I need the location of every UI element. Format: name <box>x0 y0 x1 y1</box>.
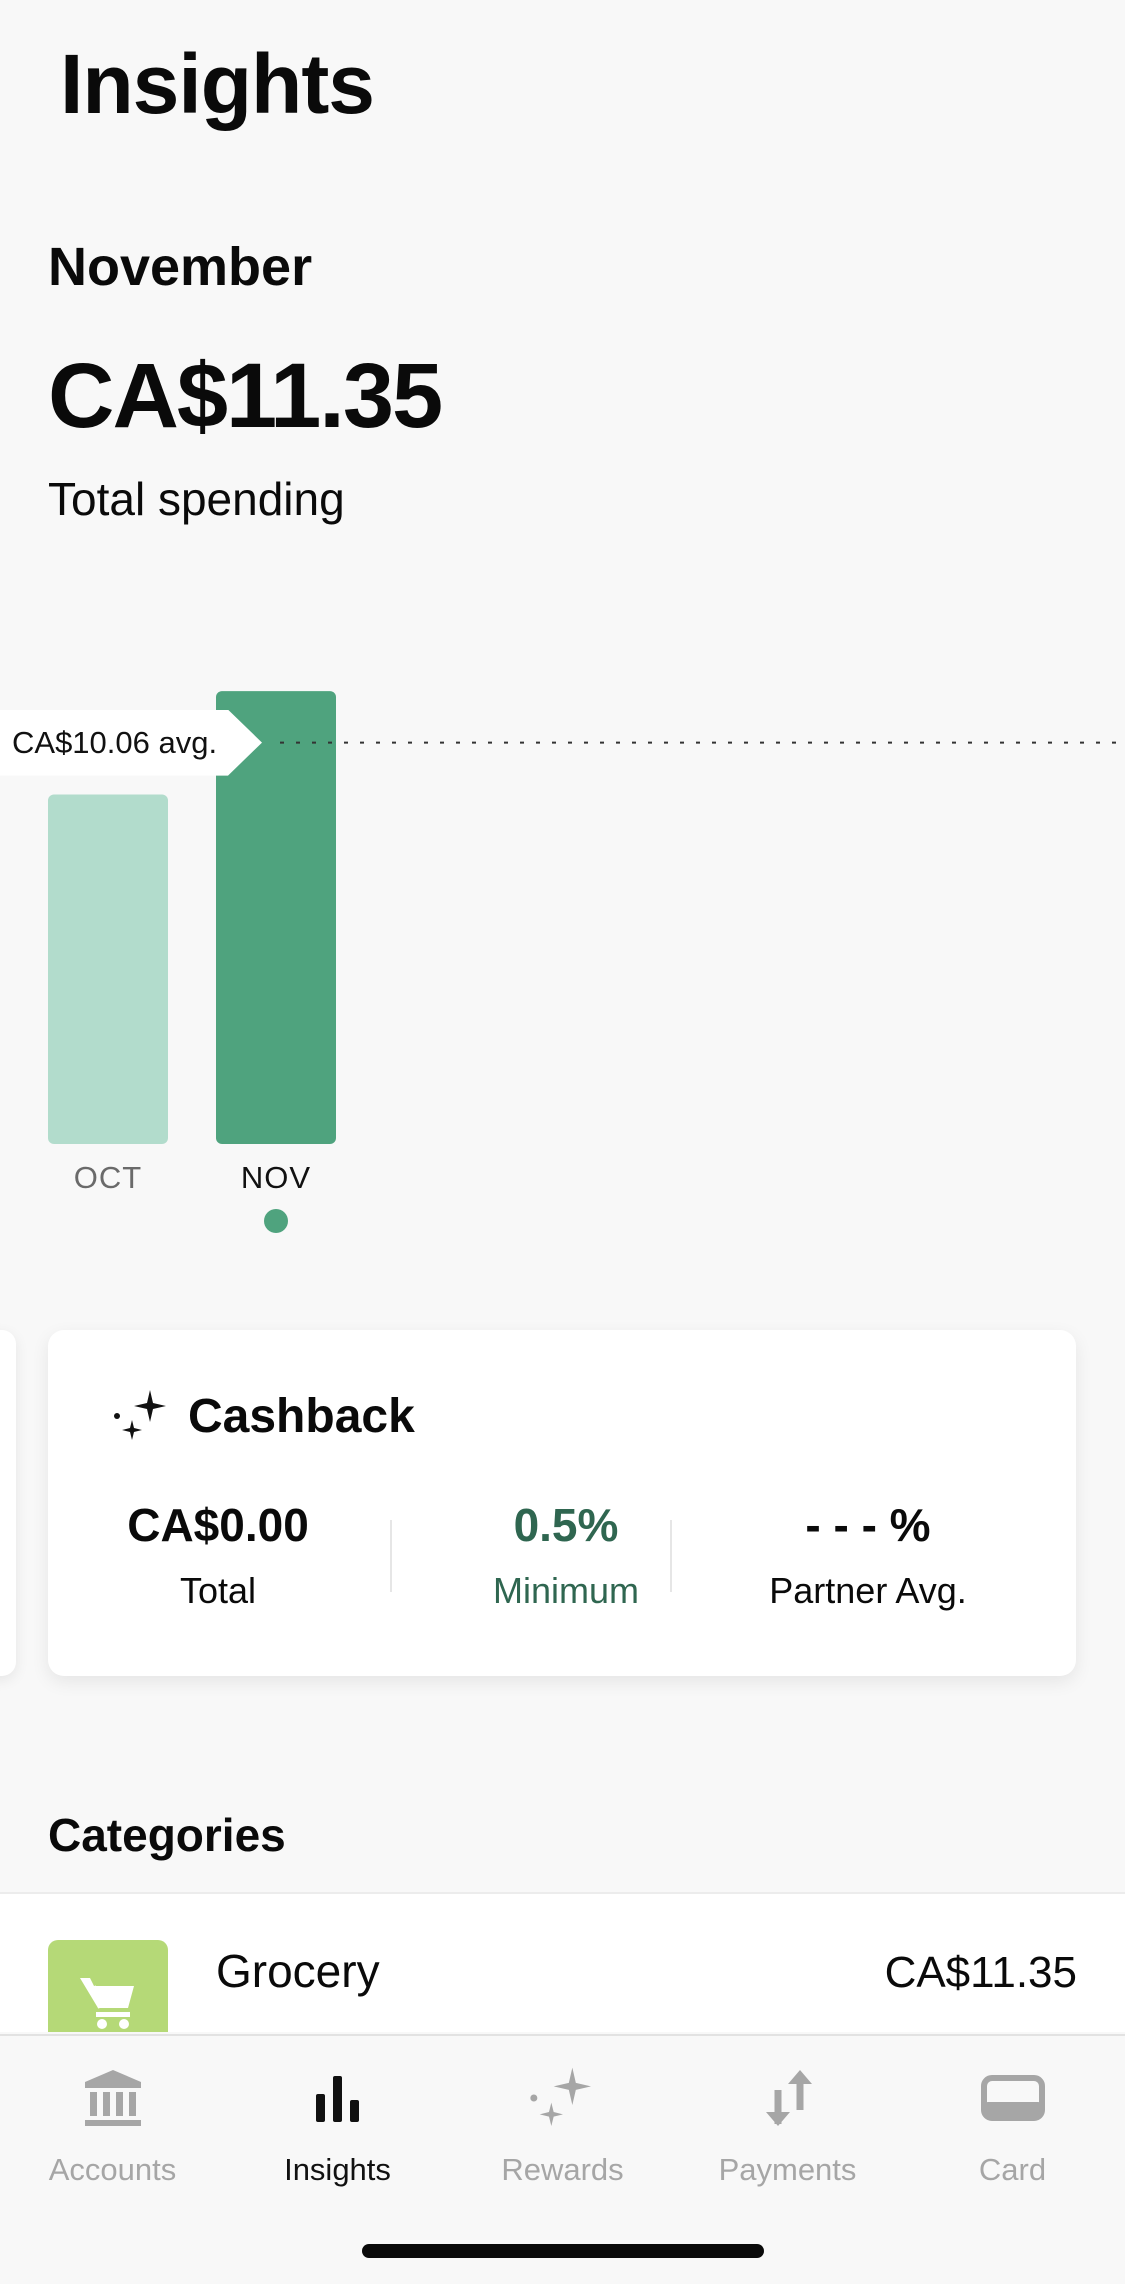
cashback-partner-avg: - - - % Partner Avg. <box>708 1498 1028 1612</box>
cashback-minimum-value: 0.5% <box>513 1499 619 1551</box>
total-spending-label: Total spending <box>48 473 345 525</box>
category-amount: CA$11.35 <box>884 1948 1077 1997</box>
spending-chart: CA$10.06 avg. OCT NOV <box>0 600 1125 1260</box>
cashback-title: Cashback <box>188 1389 415 1443</box>
tab-label: Accounts <box>48 2152 177 2187</box>
cashback-card[interactable]: Cashback CA$0.00 Total 0.5% Minimum - - … <box>48 1330 1076 1676</box>
tab-label: Insights <box>284 2152 391 2187</box>
shopping-cart-icon <box>80 1978 134 2029</box>
cashback-total-value: CA$0.00 <box>127 1499 309 1551</box>
cashback-partner-avg-caption: Partner Avg. <box>769 1570 967 1611</box>
cashback-total-caption: Total <box>179 1570 257 1611</box>
categories-title: Categories <box>48 1809 286 1861</box>
category-row[interactable]: Grocery CA$11.35 <box>0 1892 1125 2032</box>
month-title: November <box>48 237 313 297</box>
cashback-partner-avg-value: - - - % <box>805 1499 931 1551</box>
average-label: CA$10.06 avg. <box>0 709 262 776</box>
selected-month-dot <box>264 1209 288 1233</box>
bar-label-nov: NOV <box>240 1160 312 1195</box>
bar-chart-icon <box>315 2076 359 2122</box>
bar-oct[interactable] <box>48 794 168 1144</box>
sparkle-icon <box>529 2067 591 2126</box>
cashback-divider <box>390 1520 392 1592</box>
total-spending-amount: CA$11.35 <box>48 345 443 447</box>
bank-icon <box>84 2070 141 2126</box>
sparkle-icon <box>114 1390 166 1440</box>
transfer-arrows-icon <box>765 2070 812 2126</box>
average-marker: CA$10.06 avg. <box>0 709 262 776</box>
tab-label: Rewards <box>501 2152 624 2187</box>
cashback-minimum-caption: Minimum <box>492 1570 639 1611</box>
category-icon <box>48 1940 168 2032</box>
tab-label: Payments <box>718 2152 857 2187</box>
page-title: Insights <box>60 37 375 131</box>
tab-accounts[interactable]: Accounts <box>0 2058 225 2188</box>
home-indicator <box>362 2244 764 2258</box>
cashback-minimum: 0.5% Minimum <box>408 1498 724 1612</box>
cashback-header: Cashback <box>112 1386 415 1446</box>
card-icon <box>980 2075 1045 2121</box>
cashback-divider <box>670 1520 672 1592</box>
bar-label-oct: OCT <box>73 1160 143 1195</box>
tab-card[interactable]: Card <box>900 2058 1125 2188</box>
tab-payments[interactable]: Payments <box>675 2058 900 2188</box>
category-name: Grocery <box>216 1945 380 1997</box>
tab-label: Card <box>978 2152 1047 2187</box>
previous-card-peek[interactable] <box>0 1330 16 1676</box>
cashback-total: CA$0.00 Total <box>108 1498 328 1612</box>
spending-chart-svg <box>48 691 1125 1144</box>
tab-insights[interactable]: Insights <box>225 2058 450 2188</box>
tab-rewards[interactable]: Rewards <box>450 2058 675 2188</box>
